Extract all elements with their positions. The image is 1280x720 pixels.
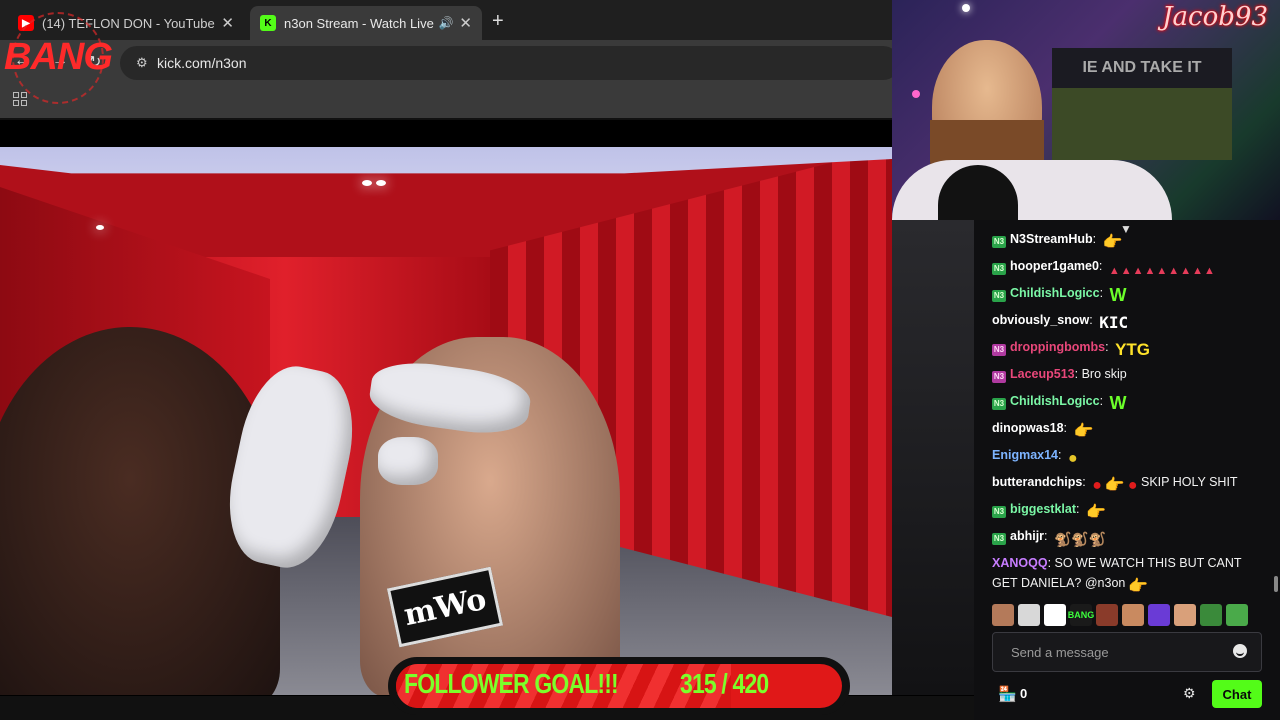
- chat-message: N3 droppingbombs: YTG: [992, 340, 1151, 359]
- subscriber-badge-icon: N3: [992, 533, 1006, 545]
- chat-message: obviously_snow: KIC: [992, 313, 1129, 332]
- chat-message: N3 biggestklat: 👉: [992, 502, 1106, 521]
- kick-icon: K: [260, 15, 276, 31]
- site-info-icon[interactable]: ⚙: [136, 55, 148, 71]
- emote-option[interactable]: [1018, 604, 1040, 626]
- follower-goal-label: FOLLOWER GOAL!!!: [404, 668, 619, 699]
- streamer-webcam: IE AND TAKE IT Jacob93: [892, 0, 1280, 220]
- logo-text: BANG: [4, 36, 113, 78]
- subscriber-badge-icon: N3: [992, 290, 1006, 302]
- speaker-icon[interactable]: 🔊: [438, 16, 453, 30]
- subscriber-badge-icon: N3: [992, 236, 1006, 248]
- red-emote: ●: [1127, 477, 1138, 494]
- red-emote: ●: [1092, 477, 1102, 494]
- pointing-hand-emote: 👉: [1073, 423, 1094, 440]
- channel-points: 0: [1020, 686, 1028, 701]
- chat-username[interactable]: obviously_snow: [992, 313, 1089, 327]
- ceiling-light: [362, 180, 372, 186]
- pointing-hand-emote: 👉: [1085, 504, 1106, 521]
- pointing-hand-emote: 👉: [1104, 477, 1125, 494]
- stream-video-frame[interactable]: mWo: [0, 147, 892, 695]
- chat-message: butterandchips: ● 👉 ● SKIP HOLY SHIT: [992, 475, 1238, 494]
- emote-option[interactable]: [1200, 604, 1222, 626]
- video-side-strip: [892, 220, 974, 695]
- kic-emote: KIC: [1099, 313, 1129, 332]
- ytg-emote: YTG: [1115, 340, 1151, 359]
- chat-message: XANOQQ: SO WE WATCH THIS BUT CANT GET DA…: [992, 556, 1242, 595]
- chat-username[interactable]: hooper1game0: [1010, 259, 1099, 273]
- emoji-picker-icon[interactable]: [1233, 644, 1247, 658]
- subscriber-badge-icon: N3: [992, 398, 1006, 410]
- streamer-shirt: [892, 160, 1172, 220]
- chat-message: N3 ChildishLogicc: W: [992, 285, 1127, 305]
- webcam-name: Jacob93: [1162, 2, 1268, 32]
- chat-text: Bro skip: [1081, 367, 1127, 381]
- ceiling-light: [376, 180, 386, 186]
- chat-message: N3 abhijr: 🐒🐒🐒: [992, 529, 1107, 547]
- subscriber-badge-icon: N3: [992, 506, 1006, 518]
- chat-message: dinopwas18: 👉: [992, 421, 1094, 440]
- yellow-emote: ●: [1067, 450, 1078, 467]
- chat-username[interactable]: dinopwas18: [992, 421, 1064, 435]
- subscriber-badge-icon: N3: [992, 263, 1006, 275]
- emote-option[interactable]: [1122, 604, 1144, 626]
- chat-username[interactable]: Laceup513: [1010, 367, 1075, 381]
- tab-title: n3on Stream - Watch Live o: [284, 15, 435, 31]
- chat-message: N3 ChildishLogicc: W: [992, 393, 1127, 413]
- emote-option[interactable]: [1148, 604, 1170, 626]
- chat-username[interactable]: ChildishLogicc: [1010, 394, 1100, 408]
- emote-option[interactable]: [1226, 604, 1248, 626]
- w-emote: W: [1109, 393, 1127, 413]
- tab-kick[interactable]: K n3on Stream - Watch Live o 🔊 ✕: [250, 6, 482, 40]
- emote-option[interactable]: [992, 604, 1014, 626]
- emote-option[interactable]: [1096, 604, 1118, 626]
- pointing-hand-emote: 👉: [1128, 578, 1149, 595]
- w-emote: W: [1109, 285, 1127, 305]
- bang-logo: BANG: [4, 12, 113, 106]
- send-message-input[interactable]: Send a message: [992, 632, 1262, 672]
- chat-username[interactable]: Enigmax14: [992, 448, 1058, 462]
- chat-message: N3 Laceup513: Bro skip: [992, 367, 1127, 383]
- emote-option[interactable]: [1044, 604, 1066, 626]
- chat-username[interactable]: XANOQQ: [992, 556, 1048, 570]
- subscriber-badge-icon: N3: [992, 371, 1006, 383]
- monkey-emotes: 🐒🐒🐒: [1054, 531, 1107, 547]
- chat-scrollbar[interactable]: [1274, 576, 1278, 592]
- follower-goal-count: 315 / 420: [680, 668, 769, 699]
- wall-banner: IE AND TAKE IT: [1052, 48, 1232, 88]
- bookmarks-bar: [0, 84, 892, 118]
- chat-settings-icon[interactable]: ⚙: [1183, 685, 1196, 702]
- chat-message: N3 hooper1game0: ▲▲▲▲▲▲▲▲▲: [992, 256, 1262, 281]
- subscriber-badge-icon: N3: [992, 344, 1006, 356]
- chat-message: Enigmax14: ●: [992, 448, 1078, 467]
- cake-emotes: ▲▲▲▲▲▲▲▲▲: [1108, 265, 1216, 277]
- ceiling-light: [96, 225, 104, 230]
- wall-flag: [1052, 80, 1232, 160]
- chat-message: N3 N3StreamHub: 👉: [992, 232, 1123, 251]
- chat-username[interactable]: butterandchips: [992, 475, 1082, 489]
- disco-light: [912, 90, 920, 98]
- pointing-hand-emote: 👉: [1102, 234, 1123, 251]
- close-tab-icon[interactable]: ✕: [459, 14, 472, 32]
- chat-username[interactable]: ChildishLogicc: [1010, 286, 1100, 300]
- boxing-glove: [378, 437, 438, 485]
- emote-option[interactable]: BANG: [1068, 604, 1094, 626]
- emote-option[interactable]: [1174, 604, 1196, 626]
- chat-text: SKIP HOLY SHIT: [1141, 475, 1238, 489]
- chat-send-button[interactable]: Chat: [1212, 680, 1262, 708]
- url-text[interactable]: kick.com/n3on: [157, 55, 246, 71]
- store-icon[interactable]: 🏪: [998, 685, 1017, 703]
- chat-username[interactable]: droppingbombs: [1010, 340, 1105, 354]
- emote-quick-bar: BANG: [992, 604, 1248, 626]
- chat-username[interactable]: biggestklat: [1010, 502, 1076, 516]
- chat-username[interactable]: abhijr: [1010, 529, 1044, 543]
- chat-username[interactable]: N3StreamHub: [1010, 232, 1093, 246]
- new-tab-button[interactable]: +: [492, 10, 504, 33]
- disco-light: [962, 4, 970, 12]
- close-tab-icon[interactable]: ✕: [221, 14, 234, 32]
